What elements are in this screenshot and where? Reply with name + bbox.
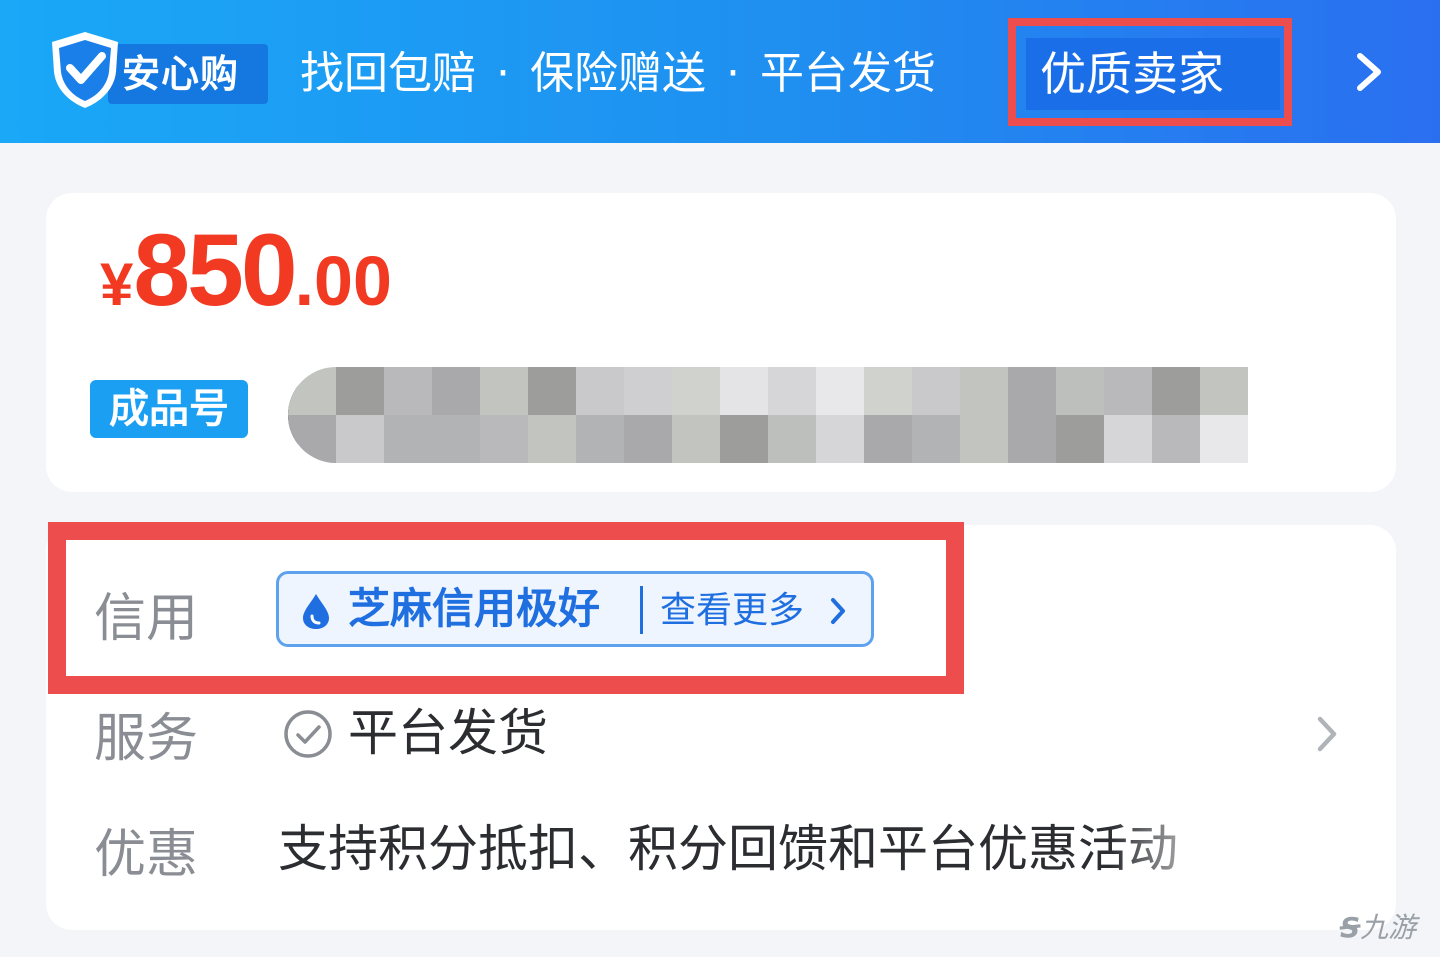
mosaic-pixel: [336, 415, 384, 463]
mosaic-pixel: [1104, 367, 1152, 415]
mosaic-pixel: [432, 367, 480, 415]
mosaic-pixel: [816, 415, 864, 463]
mosaic-pixel: [864, 415, 912, 463]
promo-label: 优惠: [94, 825, 199, 885]
feature-item: 找回包赔: [300, 48, 476, 99]
price-currency: ¥: [100, 251, 134, 318]
product-type-badge: 成品号: [90, 380, 248, 438]
feature-item: 保险赠送: [530, 48, 706, 99]
guarantee-banner[interactable]: 安心购 找回包赔 · 保险赠送 · 平台发货 优质卖家: [0, 0, 1440, 143]
mosaic-pixel: [624, 415, 672, 463]
mosaic-pixel: [1200, 415, 1248, 463]
mosaic-pixel: [960, 367, 1008, 415]
chevron-right-icon[interactable]: [1352, 52, 1386, 92]
mosaic-pixel: [720, 367, 768, 415]
mosaic-pixel: [816, 367, 864, 415]
mosaic-pixel: [960, 415, 1008, 463]
mosaic-pixel: [480, 415, 528, 463]
mosaic-pixel: [288, 367, 336, 415]
mosaic-pixel: [528, 415, 576, 463]
mosaic-pixel: [384, 367, 432, 415]
shield-check-icon: [52, 32, 118, 108]
mosaic-pixel: [528, 367, 576, 415]
guarantee-features: 找回包赔 · 保险赠送 · 平台发货: [300, 42, 936, 106]
text-fade-overlay: [1110, 800, 1320, 910]
mosaic-pixel: [768, 367, 816, 415]
mosaic-pixel: [864, 367, 912, 415]
feature-item: 平台发货: [760, 48, 936, 99]
mosaic-pixel: [1008, 415, 1056, 463]
mosaic-pixel: [672, 415, 720, 463]
mosaic-pixel: [1008, 367, 1056, 415]
mosaic-pixel: [288, 415, 336, 463]
annotation-highlight-seller: [1008, 18, 1292, 126]
mosaic-pixel: [768, 415, 816, 463]
mosaic-pixel: [1056, 367, 1104, 415]
service-value: 平台发货: [348, 704, 548, 762]
chevron-right-icon[interactable]: [1314, 715, 1340, 753]
mosaic-pixel: [1152, 367, 1200, 415]
brand-title: 安心购: [122, 52, 240, 96]
price: ¥850.00: [100, 212, 392, 329]
mosaic-pixel: [480, 367, 528, 415]
mosaic-pixel: [1104, 415, 1152, 463]
mosaic-pixel: [576, 415, 624, 463]
mosaic-pixel: [1056, 415, 1104, 463]
mosaic-pixel: [432, 415, 480, 463]
mosaic-pixel: [912, 415, 960, 463]
mosaic-pixel: [672, 367, 720, 415]
watermark-text: 九游: [1360, 911, 1417, 944]
check-circle-icon: [284, 710, 332, 758]
price-integer: 850: [133, 213, 297, 327]
mosaic-pixel: [624, 367, 672, 415]
mosaic-pixel: [720, 415, 768, 463]
mosaic-pixel: [912, 367, 960, 415]
feature-separator: ·: [496, 48, 510, 99]
mosaic-pixel: [1152, 415, 1200, 463]
mosaic-pixel: [336, 367, 384, 415]
redacted-product-title: [288, 367, 1248, 463]
feature-separator: ·: [726, 48, 740, 99]
mosaic-pixel: [384, 415, 432, 463]
mosaic-pixel: [1200, 367, 1248, 415]
mosaic-pixel: [576, 367, 624, 415]
price-decimal: .00: [294, 242, 392, 320]
service-label: 服务: [94, 709, 199, 769]
site-watermark: Ꞩ九游: [1340, 908, 1416, 948]
annotation-highlight-credit: [48, 522, 964, 694]
watermark-logo: Ꞩ: [1340, 911, 1361, 944]
